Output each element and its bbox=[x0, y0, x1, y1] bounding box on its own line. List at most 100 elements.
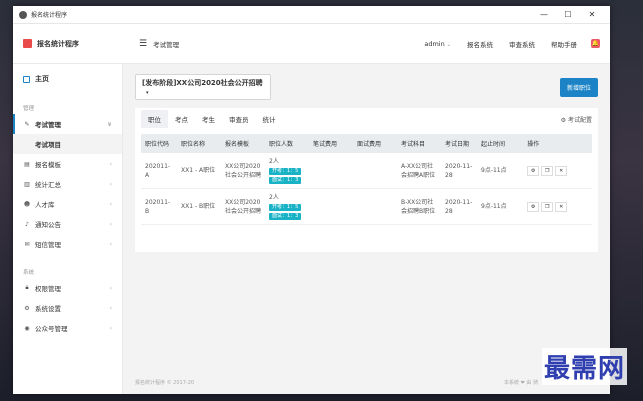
gear-icon: ⚙ bbox=[560, 116, 567, 124]
cell-time: 9点-11点 bbox=[477, 188, 524, 225]
cell-interview-fee bbox=[353, 153, 397, 189]
table-row: 202011-A XX1 - A职位 XX公司2020社会公开招聘 2人 开考：… bbox=[141, 153, 592, 189]
add-position-button[interactable]: 新增职位 bbox=[559, 77, 598, 97]
col-header: 职位人数 bbox=[265, 134, 309, 153]
sidebar-item-template[interactable]: ▤ 报名模板 ‹ bbox=[13, 154, 122, 174]
brand: 报名统计程序 bbox=[13, 24, 123, 63]
bell-icon: ♪ bbox=[25, 220, 29, 228]
chart-icon: ▥ bbox=[24, 180, 30, 188]
cell-code: 202011-A bbox=[141, 153, 177, 189]
tab-reviewers[interactable]: 审查员 bbox=[222, 110, 256, 128]
col-header: 操作 bbox=[523, 134, 592, 153]
tab-statistics[interactable]: 统计 bbox=[256, 110, 283, 128]
cell-actions: ⚙ ❐ ✕ bbox=[523, 153, 592, 189]
sidebar-item-sms[interactable]: ✉ 短信管理 ‹ bbox=[13, 234, 122, 254]
positions-table: 职位代码 职位名称 报名模板 职位人数 笔试费用 面试费用 考试科目 考试日期 … bbox=[141, 134, 592, 225]
sidebar-item-home[interactable]: 主页 bbox=[13, 64, 122, 94]
logo-icon bbox=[23, 39, 32, 48]
sidebar-item-wechat[interactable]: ◉ 公众号管理 ‹ bbox=[13, 318, 122, 338]
title-bar: 报名统计程序 — ☐ ✕ bbox=[13, 6, 610, 24]
quota-interview-badge: 面试：1：3 bbox=[269, 213, 302, 220]
cell-interview-fee bbox=[353, 188, 397, 225]
section-label-manage: 管理 bbox=[23, 106, 35, 112]
minimize-button[interactable]: — bbox=[532, 10, 556, 19]
breadcrumb: 考试管理 bbox=[153, 40, 180, 49]
chevron-left-icon: ‹ bbox=[109, 284, 112, 292]
users-icon: ☻ bbox=[23, 200, 31, 208]
sidebar-item-exam-manage[interactable]: ✎ 考试管理 ∨ bbox=[13, 114, 122, 134]
delete-icon[interactable]: ✕ bbox=[555, 165, 568, 176]
menu-toggle-icon[interactable]: ☰ bbox=[139, 39, 147, 49]
tab-exam-sites[interactable]: 考点 bbox=[168, 110, 195, 128]
chevron-left-icon: ‹ bbox=[109, 160, 112, 168]
quota-written-badge: 开考：1：5 bbox=[269, 204, 302, 211]
sidebar-item-settings[interactable]: ⚙ 系统设置 ‹ bbox=[13, 298, 122, 318]
col-header: 起止时间 bbox=[477, 134, 524, 153]
col-header: 职位代码 bbox=[141, 134, 177, 153]
gear-icon: ⚙ bbox=[24, 304, 30, 312]
col-header: 职位名称 bbox=[177, 134, 221, 153]
app-icon bbox=[19, 10, 27, 19]
tab-candidates[interactable]: 考生 bbox=[195, 110, 222, 128]
copy-icon[interactable]: ❐ bbox=[541, 165, 554, 176]
chevron-left-icon: ‹ bbox=[109, 200, 112, 208]
col-header: 考试科目 bbox=[397, 134, 441, 153]
tab-positions[interactable]: 职位 bbox=[141, 110, 168, 128]
maximize-button[interactable]: ☐ bbox=[556, 10, 580, 19]
col-header: 笔试费用 bbox=[309, 134, 353, 153]
link-help-manual[interactable]: 帮助手册 bbox=[551, 39, 577, 49]
cell-date: 2020-11-28 bbox=[441, 153, 477, 189]
table-row: 202011-B XX1 - B职位 XX公司2020社会公开招聘 2人 开考：… bbox=[141, 188, 592, 225]
quota-interview-badge: 面试：1：3 bbox=[269, 177, 302, 184]
cell-written-fee bbox=[309, 153, 353, 189]
sidebar: 主页 管理 ✎ 考试管理 ∨ 考试项目 ▤ 报名模板 ‹ ▥ 统计汇总 ‹ ☻ … bbox=[13, 64, 123, 394]
cell-template: XX公司2020社会公开招聘 bbox=[221, 153, 265, 189]
sidebar-item-permissions[interactable]: 🔒︎ 权限管理 ‹ bbox=[13, 278, 122, 298]
sidebar-item-talent[interactable]: ☻ 人才库 ‹ bbox=[13, 194, 122, 214]
sidebar-subitem-exam-project[interactable]: 考试项目 bbox=[13, 134, 122, 154]
template-icon: ▤ bbox=[24, 160, 30, 168]
lock-icon: 🔒︎ bbox=[25, 284, 29, 291]
cell-code: 202011-B bbox=[141, 188, 177, 225]
chevron-left-icon: ‹ bbox=[109, 180, 112, 188]
window-title: 报名统计程序 bbox=[31, 12, 68, 19]
main-content: [发布阶段]XX公司2020社会公开招聘▾ 新增职位 职位 考点 考生 审查员 … bbox=[123, 64, 610, 394]
cell-subject: A-XX公司社会招聘A职位 bbox=[397, 153, 441, 189]
cell-name: XX1 - A职位 bbox=[177, 153, 221, 189]
notification-icon[interactable]: 🔔 bbox=[591, 39, 600, 48]
positions-panel: 职位 考点 考生 审查员 统计 ⚙ 考试配置 职位代码 职位名称 报名模板 职位… bbox=[135, 108, 598, 252]
cell-time: 9点-11点 bbox=[477, 153, 524, 189]
chevron-left-icon: ‹ bbox=[109, 240, 112, 248]
footer-credit: 本系统 ❤ 由 骑 bbox=[504, 380, 538, 386]
settings-icon[interactable]: ⚙ bbox=[527, 201, 540, 212]
settings-icon[interactable]: ⚙ bbox=[527, 165, 540, 176]
chevron-left-icon: ‹ bbox=[109, 304, 112, 312]
tab-bar: 职位 考点 考生 审查员 统计 ⚙ 考试配置 bbox=[135, 108, 598, 130]
watermark-logo: 最需网 bbox=[541, 348, 627, 385]
chevron-left-icon: ‹ bbox=[109, 324, 112, 332]
cell-template: XX公司2020社会公开招聘 bbox=[221, 188, 265, 225]
quota-written-badge: 开考：1：5 bbox=[269, 168, 302, 175]
cell-name: XX1 - B职位 bbox=[177, 188, 221, 225]
copy-icon[interactable]: ❐ bbox=[541, 201, 554, 212]
exam-select[interactable]: [发布阶段]XX公司2020社会公开招聘▾ bbox=[135, 74, 271, 100]
top-header: 报名统计程序 ☰ 考试管理 admin ⌄ 报名系统 审查系统 帮助手册 🔔 bbox=[13, 24, 610, 64]
user-menu[interactable]: admin ⌄ bbox=[424, 40, 451, 48]
app-window: 报名统计程序 — ☐ ✕ 报名统计程序 ☰ 考试管理 admin ⌄ 报名系统 … bbox=[13, 6, 610, 394]
mail-icon: ✉ bbox=[24, 240, 30, 248]
col-header: 报名模板 bbox=[221, 134, 265, 153]
exam-config-link[interactable]: ⚙ 考试配置 bbox=[561, 115, 592, 124]
cell-count: 2人 开考：1：5 面试：1：3 bbox=[265, 188, 309, 225]
footer-copyright: 报名统计程序 © 2017-20 bbox=[135, 380, 195, 386]
col-header: 考试日期 bbox=[441, 134, 477, 153]
link-signup-system[interactable]: 报名系统 bbox=[467, 39, 493, 49]
close-button[interactable]: ✕ bbox=[580, 10, 604, 19]
chevron-left-icon: ‹ bbox=[109, 220, 112, 228]
cell-subject: B-XX公司社会招聘B职位 bbox=[397, 188, 441, 225]
cell-actions: ⚙ ❐ ✕ bbox=[523, 188, 592, 225]
sidebar-item-statistics[interactable]: ▥ 统计汇总 ‹ bbox=[13, 174, 122, 194]
sidebar-item-notice[interactable]: ♪ 通知公告 ‹ bbox=[13, 214, 122, 234]
cell-date: 2020-11-28 bbox=[441, 188, 477, 225]
delete-icon[interactable]: ✕ bbox=[555, 201, 568, 212]
link-review-system[interactable]: 审查系统 bbox=[509, 39, 535, 49]
